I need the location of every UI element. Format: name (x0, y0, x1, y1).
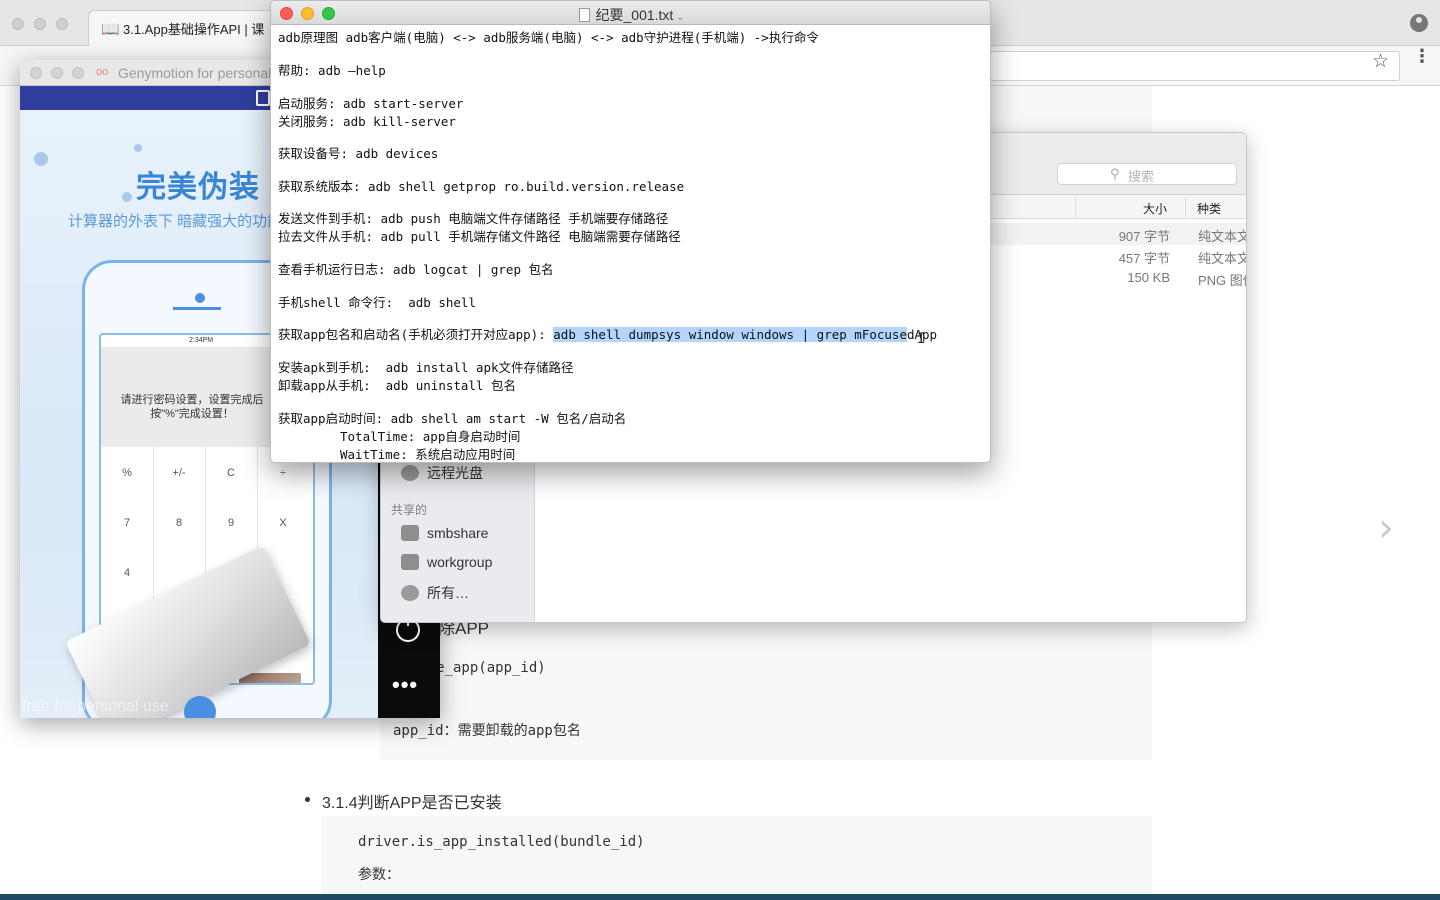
chevron-down-icon[interactable]: ⌄ (673, 12, 684, 23)
speaker-line (173, 307, 221, 310)
file-kind: 纯文本文稿 (1198, 229, 1246, 244)
text-line: 关闭服务: adb kill-server (278, 114, 456, 129)
calc-key[interactable]: 8 (153, 517, 205, 529)
file-size: 457 字节 (1118, 251, 1170, 266)
code-block (322, 816, 1152, 900)
speaker-dot (195, 293, 205, 303)
text-line: 手机shell 命令行: adb shell (278, 295, 476, 310)
file-kind: PNG 图像 (1198, 273, 1246, 288)
text-line-with-selection: 获取app包名和启动名(手机必须打开对应app): adb shell dump… (278, 324, 937, 343)
text-line: adb原理图 adb客户端(电脑) <-> adb服务端(电脑) <-> adb… (278, 30, 819, 45)
text-line: TotalTime: app自身启动时间 (340, 429, 521, 444)
calc-key[interactable]: 7 (101, 517, 153, 529)
sidebar-item-label: smbshare (427, 525, 489, 541)
textedit-content[interactable]: adb原理图 adb客户端(电脑) <-> adb服务端(电脑) <-> adb… (271, 25, 990, 462)
close-button[interactable] (30, 67, 42, 79)
file-kind: 纯文本文稿 (1198, 251, 1246, 266)
text-line: 帮助: adb —help (278, 63, 386, 78)
search-icon: ⚲ (1110, 166, 1120, 181)
search-placeholder: 搜索 (1128, 169, 1155, 184)
more-icon[interactable]: ••• (392, 672, 418, 698)
calc-key[interactable]: +/- (153, 467, 205, 479)
sidebar-heading-shared: 共享的 (391, 503, 428, 517)
calc-key[interactable]: 4 (101, 567, 153, 579)
browser-menu-icon[interactable]: ⋮ (1413, 47, 1431, 65)
selected-text: adb shell dumpsys window windows | grep … (553, 327, 907, 342)
text-line: 拉去文件从手机: adb pull 手机端存储文件路径 电脑端需要存储路径 (278, 229, 681, 244)
browser-tab[interactable]: 📖 3.1.App基础操作API | 课 (88, 10, 278, 46)
minimize-button[interactable] (34, 18, 46, 30)
section-heading: 3.1.4判断APP是否已安装 (322, 795, 502, 812)
textedit-titlebar: 纪要_001.txt ⌄ (271, 1, 990, 25)
app-subtitle: 计算器的外表下 暗藏强大的功能 (68, 213, 283, 230)
file-size: 150 KB (1127, 270, 1170, 285)
globe-icon (401, 585, 419, 601)
decor-dot (134, 144, 142, 152)
text-line: 发送文件到手机: adb push 电脑端文件存储路径 手机端要存储路径 (278, 211, 669, 226)
code-is-app-installed: driver.is_app_installed(bundle_id) (358, 834, 645, 850)
network-computer-icon (401, 525, 419, 541)
text-line: 启动服务: adb start-server (278, 96, 464, 111)
network-computer-icon (401, 554, 419, 570)
sidebar-item-all[interactable]: 所有… (401, 583, 469, 605)
calc-key[interactable]: % (101, 467, 153, 479)
file-size: 907 字节 (1118, 229, 1170, 244)
sidebar-item-smbshare[interactable]: smbshare (401, 525, 488, 547)
sidebar-item-label: workgroup (427, 554, 493, 570)
text-line: 获取系统版本: adb shell getprop ro.build.versi… (278, 179, 685, 194)
inner-time: 2:34PM (189, 337, 214, 344)
bookmark-star-icon[interactable]: ☆ (1372, 50, 1389, 73)
sidebar-item-label: 远程光盘 (427, 465, 483, 481)
param-label: 参数： (358, 867, 400, 883)
calc-key[interactable]: ÷ (257, 467, 309, 479)
disc-icon (401, 465, 419, 481)
minimize-button[interactable] (51, 67, 63, 79)
genymotion-logo-icon: oo (96, 66, 109, 78)
column-kind[interactable]: 种类 (1197, 200, 1221, 217)
column-separator (1075, 197, 1076, 217)
next-page-chevron-icon[interactable]: › (1378, 505, 1394, 551)
calc-key[interactable]: C (205, 467, 257, 479)
decor-dot (122, 192, 132, 202)
textedit-title-text: 纪要_001.txt (595, 7, 674, 23)
text-line: WaitTime: 系统启动应用时间 (340, 447, 516, 462)
column-size[interactable]: 大小 (1143, 200, 1167, 217)
text-segment: 获取app包名和启动名(手机必须打开对应app): (278, 327, 554, 342)
zoom-button[interactable] (72, 67, 84, 79)
textedit-window: 纪要_001.txt ⌄ adb原理图 adb客户端(电脑) <-> adb服务… (270, 0, 991, 463)
calc-key[interactable]: 9 (205, 517, 257, 529)
browser-tab-title: 3.1.App基础操作API | 课 (123, 22, 265, 37)
text-line: 查看手机运行日志: adb logcat | grep 包名 (278, 262, 554, 277)
column-separator (1185, 197, 1186, 217)
finder-search-field[interactable]: ⚲ 搜索 (1057, 163, 1237, 185)
decor-dot (34, 152, 48, 166)
profile-icon[interactable] (1410, 14, 1428, 32)
text-line: 获取app启动时间: adb shell am start -W 包名/启动名 (278, 411, 627, 426)
ibeam-cursor-icon: I (917, 331, 926, 347)
zoom-button[interactable] (56, 18, 68, 30)
textedit-title: 纪要_001.txt ⌄ (271, 5, 990, 25)
param-app-id: app_id：需要卸载的app包名 (393, 723, 581, 739)
text-line: 安装apk到手机: adb install apk文件存储路径 (278, 360, 574, 375)
rotate-icon[interactable] (256, 90, 270, 106)
address-bar[interactable] (990, 51, 1400, 81)
sidebar-item-remote-disc[interactable]: 远程光盘 (401, 463, 483, 485)
sidebar-item-label: 所有… (427, 585, 469, 601)
document-icon (578, 8, 590, 22)
list-bullet (305, 797, 310, 802)
watermark: free for personal use (22, 698, 169, 715)
calc-key[interactable]: X (257, 517, 309, 529)
text-line: 卸载app从手机: adb uninstall 包名 (278, 378, 517, 393)
sidebar-item-workgroup[interactable]: workgroup (401, 554, 492, 576)
bottom-bar (0, 894, 1440, 900)
text-line: 获取设备号: adb devices (278, 146, 439, 161)
password-dialog-text: 请进行密码设置，设置完成后按"%"完成设置！ (120, 394, 264, 420)
close-button[interactable] (12, 18, 24, 30)
app-title: 完美伪装 (136, 171, 260, 204)
book-icon: 📖 (101, 21, 120, 38)
photo-thumbnail (239, 673, 301, 683)
